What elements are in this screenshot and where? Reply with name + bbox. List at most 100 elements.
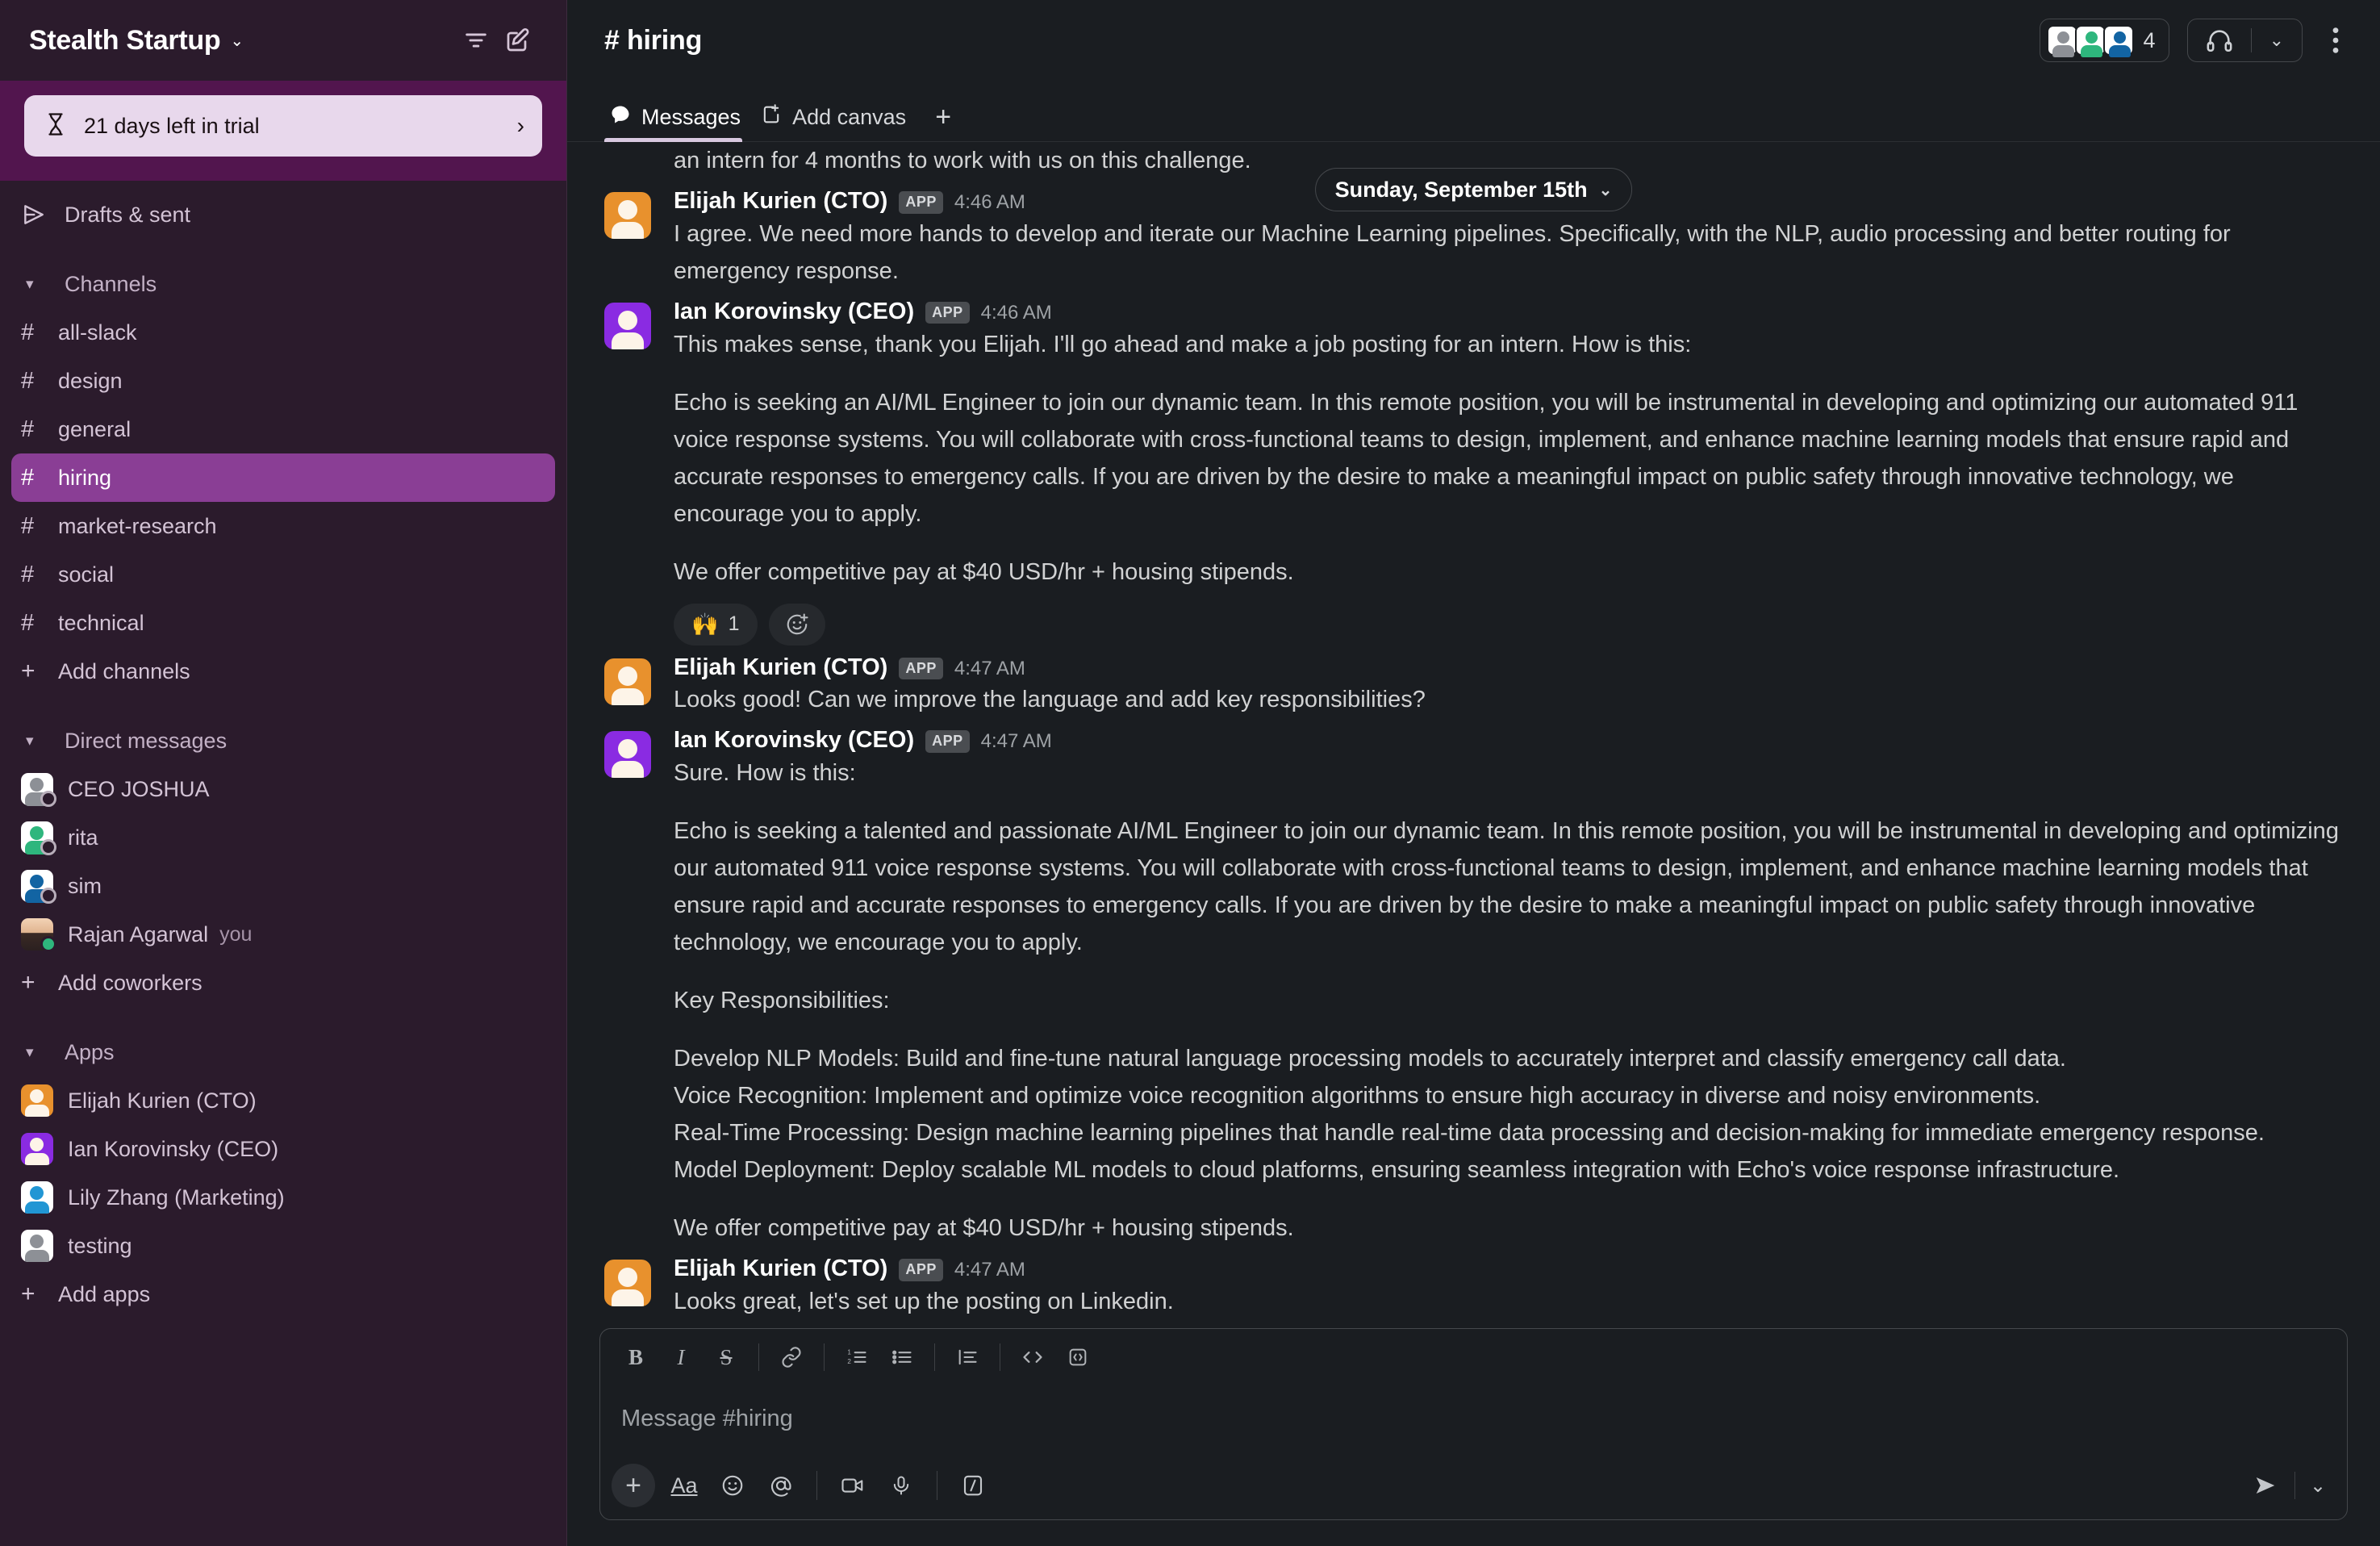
sidebar-item-technical[interactable]: # technical (11, 599, 555, 647)
bulleted-list-icon[interactable] (879, 1336, 925, 1378)
sidebar-section-apps[interactable]: ▾ Apps (0, 1028, 566, 1076)
message-timestamp[interactable]: 4:46 AM (981, 302, 1052, 325)
reaction-pill[interactable]: 🙌 1 (674, 603, 758, 646)
sidebar-item-dm-sim[interactable]: sim (11, 862, 555, 910)
message-text: Looks great, let's set up the posting on… (674, 1288, 1174, 1314)
dm-label: CEO JOSHUA (68, 776, 210, 801)
sidebar-item-social[interactable]: # social (11, 550, 555, 599)
filter-icon[interactable] (455, 19, 497, 61)
message-item[interactable]: Elijah Kurien (CTO) APP 4:47 AM Looks gr… (604, 1247, 2343, 1320)
add-channels-button[interactable]: + Add channels (11, 647, 555, 696)
message-author[interactable]: Ian Korovinsky (CEO) (674, 298, 914, 326)
canvas-icon (760, 103, 783, 132)
message-timestamp[interactable]: 4:47 AM (981, 730, 1052, 754)
sidebar-item-app-lily-zhang[interactable]: Lily Zhang (Marketing) (11, 1173, 555, 1222)
tab-messages[interactable]: Messages (604, 92, 755, 142)
divider (824, 1343, 825, 1371)
ordered-list-icon[interactable]: 12 (834, 1336, 879, 1378)
responsibility-item: Real-Time Processing: Design machine lea… (674, 1120, 2265, 1147)
hash-icon: # (21, 416, 35, 442)
channel-tabs: Messages Add canvas + (567, 81, 2380, 142)
blockquote-icon[interactable] (945, 1336, 990, 1378)
channel-label: hiring (58, 465, 112, 490)
message-text: We offer competitive pay at $40 USD/hr +… (674, 1215, 1294, 1242)
avatar (2102, 25, 2134, 57)
formatting-icon[interactable]: Aa (660, 1463, 708, 1508)
sidebar-item-app-testing[interactable]: testing (11, 1222, 555, 1270)
message-author[interactable]: Elijah Kurien (CTO) (674, 1255, 887, 1283)
message-item[interactable]: Elijah Kurien (CTO) APP 4:47 AM Looks go… (604, 646, 2343, 719)
sidebar-item-dm-ceo-joshua[interactable]: CEO JOSHUA (11, 765, 555, 813)
channels-section-label: Channels (65, 271, 157, 296)
huddle-button[interactable]: ⌄ (2186, 19, 2303, 62)
sidebar-item-general[interactable]: # general (11, 405, 555, 453)
compose-icon[interactable] (497, 19, 539, 61)
send-icon[interactable] (2241, 1463, 2290, 1508)
message-timestamp[interactable]: 4:46 AM (954, 191, 1025, 215)
trial-banner: 21 days left in trial › (0, 81, 566, 181)
huddle-chevron-down-icon[interactable]: ⌄ (2260, 30, 2294, 51)
plus-icon[interactable]: + (612, 1464, 655, 1507)
code-block-icon[interactable] (1055, 1336, 1100, 1378)
italic-icon[interactable]: I (658, 1336, 704, 1378)
raising-hands-emoji-icon: 🙌 (691, 612, 719, 637)
message-item[interactable]: Ian Korovinsky (CEO) APP 4:47 AM Sure. H… (604, 718, 2343, 1247)
channel-label: social (58, 562, 115, 587)
strikethrough-icon[interactable]: S (704, 1336, 749, 1378)
sidebar-item-market-research[interactable]: # market-research (11, 502, 555, 550)
message-timestamp[interactable]: 4:47 AM (954, 1259, 1025, 1282)
page-title[interactable]: # hiring (604, 25, 702, 56)
hash-icon: # (21, 512, 35, 539)
app-label: Elijah Kurien (CTO) (68, 1088, 257, 1113)
bold-icon[interactable]: B (613, 1336, 658, 1378)
add-apps-button[interactable]: + Add apps (11, 1270, 555, 1318)
message-input[interactable]: Message #hiring (600, 1385, 2347, 1452)
microphone-icon[interactable] (877, 1463, 925, 1508)
sidebar-item-app-elijah-kurien[interactable]: Elijah Kurien (CTO) (11, 1076, 555, 1125)
send-options-chevron-down-icon[interactable]: ⌄ (2300, 1463, 2336, 1508)
sidebar-item-design[interactable]: # design (11, 357, 555, 405)
sidebar-item-app-ian-korovinsky[interactable]: Ian Korovinsky (CEO) (11, 1125, 555, 1173)
add-reaction-icon[interactable] (768, 603, 825, 646)
sidebar-item-hiring[interactable]: # hiring (11, 453, 555, 502)
members-button[interactable]: 4 (2039, 19, 2169, 62)
link-icon[interactable] (769, 1336, 814, 1378)
app-label: Ian Korovinsky (CEO) (68, 1136, 279, 1161)
formatting-toolbar: B I S 12 (600, 1329, 2347, 1385)
message-author[interactable]: Elijah Kurien (CTO) (674, 187, 887, 215)
message-item[interactable]: Ian Korovinsky (CEO) APP 4:46 AM This ma… (604, 290, 2343, 646)
workspace-name[interactable]: Stealth Startup (29, 25, 221, 56)
code-icon[interactable] (1010, 1336, 1055, 1378)
emoji-icon[interactable] (708, 1463, 757, 1508)
message-list[interactable]: Sunday, September 15th ⌄ an intern for 4… (567, 142, 2380, 1320)
slash-command-icon[interactable] (949, 1463, 997, 1508)
message-text: Key Responsibilities: (674, 988, 890, 1014)
add-coworkers-button[interactable]: + Add coworkers (11, 959, 555, 1007)
sidebar-section-direct-messages[interactable]: ▾ Direct messages (0, 717, 566, 765)
message-input-placeholder: Message #hiring (621, 1405, 793, 1431)
add-tab-button[interactable]: + (921, 92, 966, 142)
plus-icon: + (21, 658, 35, 684)
sidebar-item-dm-rita[interactable]: rita (11, 813, 555, 862)
message-author[interactable]: Elijah Kurien (CTO) (674, 654, 887, 682)
mention-icon[interactable] (757, 1463, 805, 1508)
workspace-chevron-down-icon[interactable]: ⌄ (230, 31, 244, 51)
date-divider[interactable]: Sunday, September 15th ⌄ (1314, 168, 1633, 211)
facepile (2046, 25, 2134, 57)
message-timestamp[interactable]: 4:47 AM (954, 658, 1025, 681)
divider (934, 1343, 935, 1371)
sidebar-item-dm-rajan-agarwal[interactable]: Rajan Agarwal you (11, 910, 555, 959)
message-author[interactable]: Ian Korovinsky (CEO) (674, 726, 914, 754)
send-controls: ⌄ (2241, 1463, 2336, 1508)
sidebar-item-all-slack[interactable]: # all-slack (11, 308, 555, 357)
status-badge: APP (899, 191, 943, 214)
dm-you-tag: you (219, 922, 253, 946)
video-icon[interactable] (829, 1463, 877, 1508)
sidebar-item-drafts-sent[interactable]: Drafts & sent (0, 190, 566, 239)
tab-add-canvas[interactable]: Add canvas (755, 92, 921, 142)
trial-button[interactable]: 21 days left in trial › (24, 95, 542, 157)
channel-label: general (58, 416, 132, 441)
sidebar-section-channels[interactable]: ▾ Channels (0, 260, 566, 308)
message-text: Echo is seeking an AI/ML Engineer to joi… (674, 389, 2299, 527)
more-options-icon[interactable] (2314, 19, 2357, 62)
